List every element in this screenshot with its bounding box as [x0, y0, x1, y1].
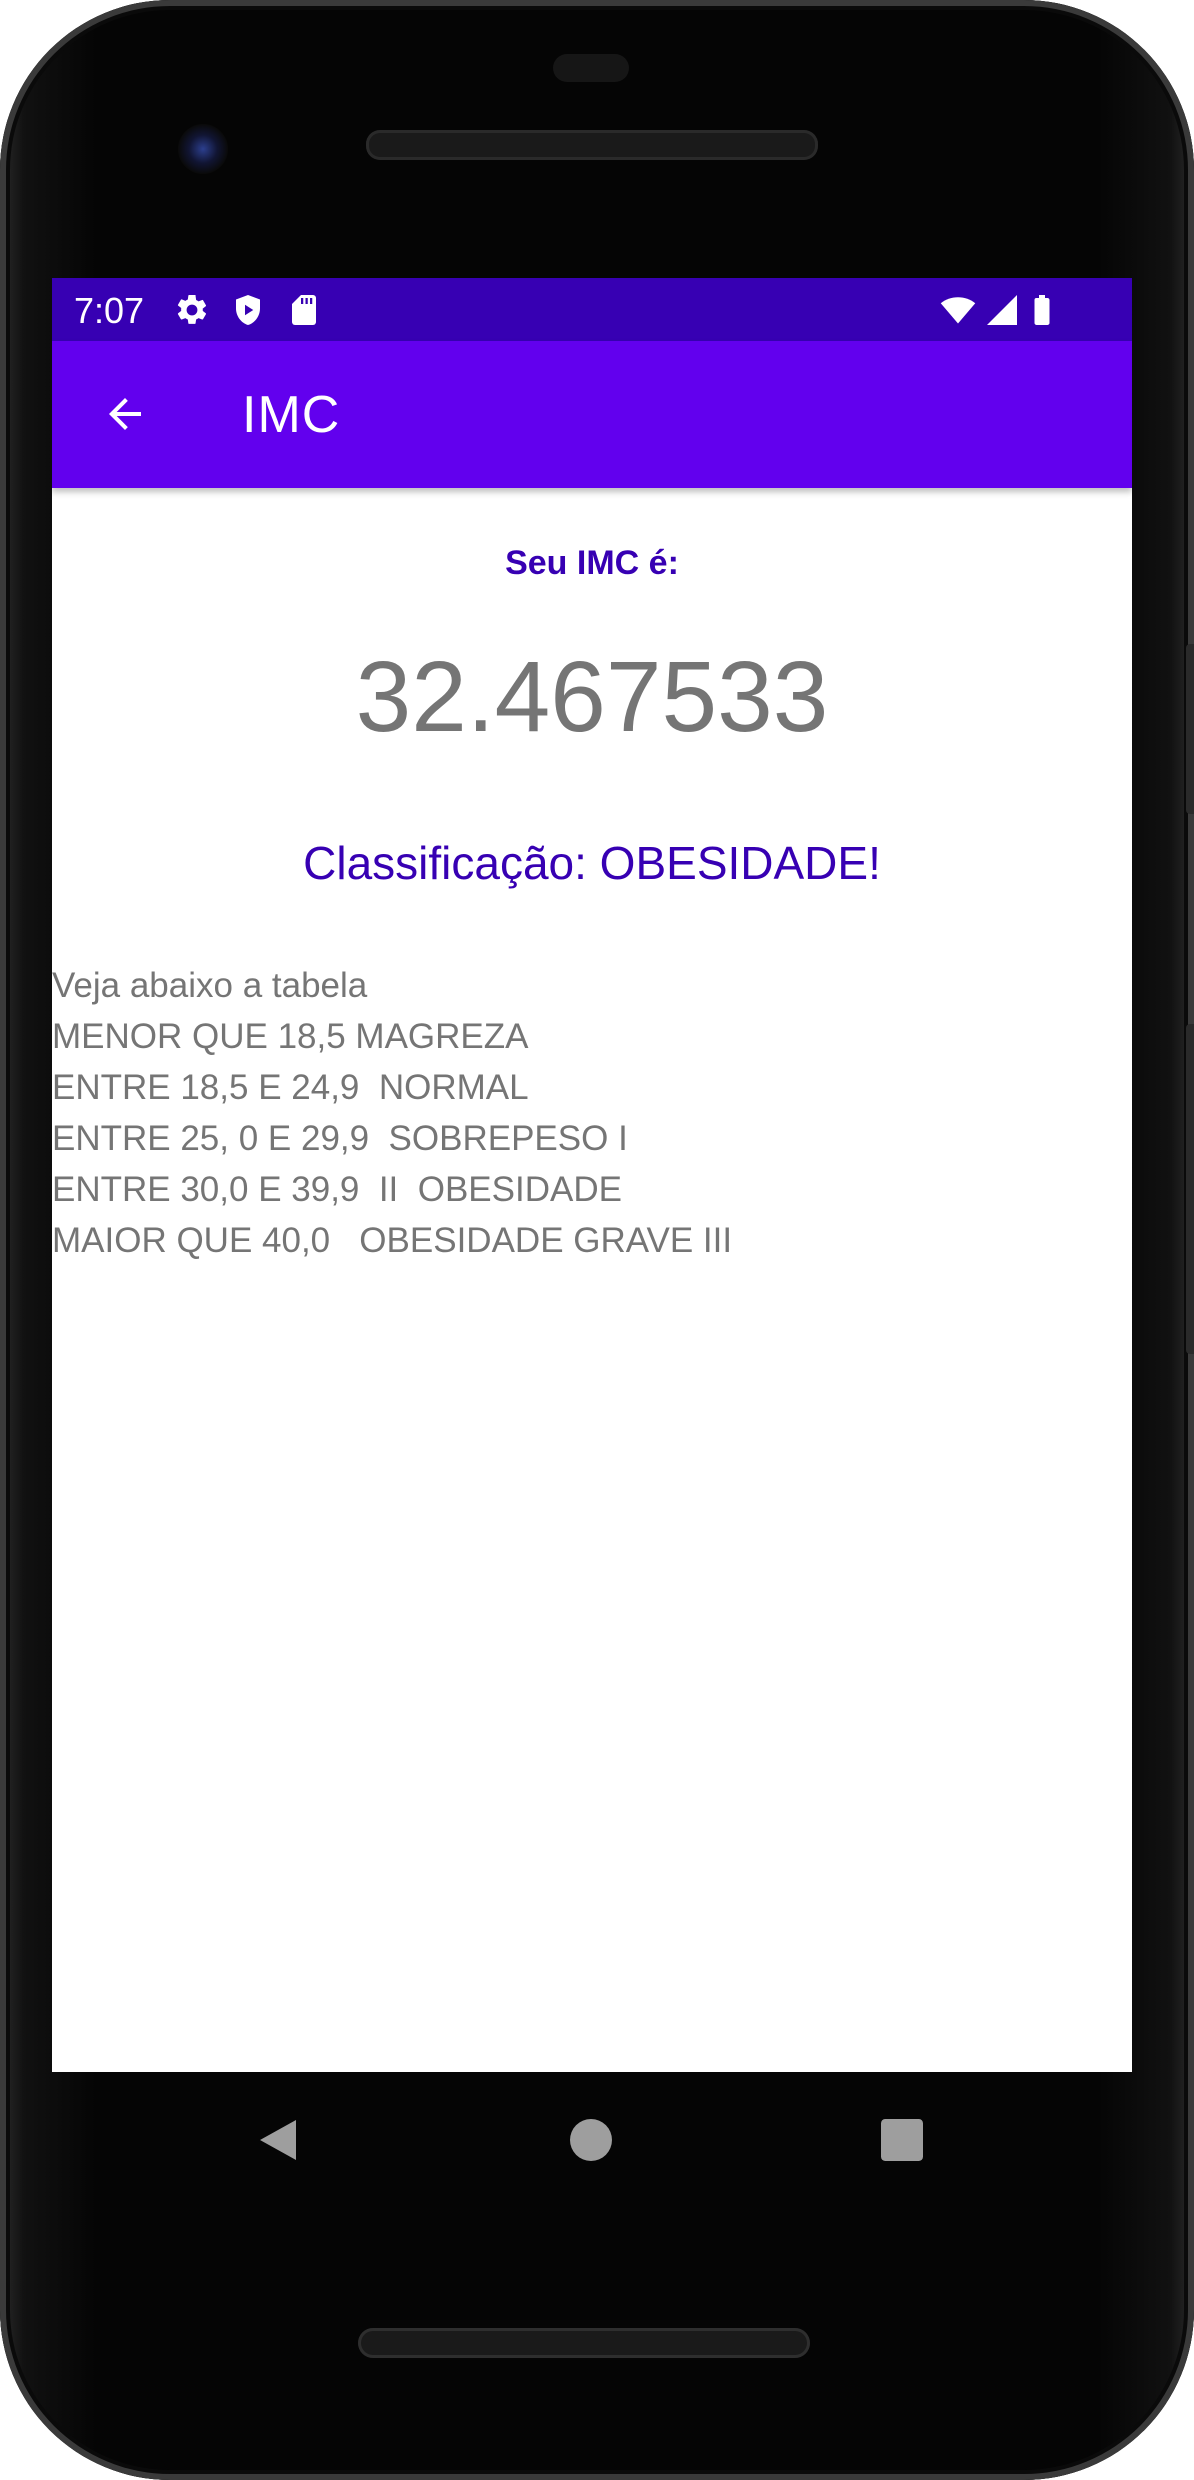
gear-icon — [177, 294, 207, 324]
top-speaker — [366, 130, 818, 160]
table-row: MAIOR QUE 40,0 OBESIDADE GRAVE III — [52, 1221, 733, 1260]
sd-card-icon — [292, 295, 316, 325]
page-title: IMC — [242, 386, 341, 444]
imc-value: 32.467533 — [355, 641, 829, 753]
table-intro: Veja abaixo a tabela — [52, 966, 368, 1005]
status-time: 7:07 — [74, 290, 145, 331]
home-circle-icon — [570, 2119, 612, 2161]
back-triangle-icon — [260, 2120, 296, 2160]
proximity-sensor — [553, 54, 629, 82]
table-row: ENTRE 18,5 E 24,9 NORMAL — [52, 1068, 529, 1107]
nav-home-button[interactable] — [563, 2112, 619, 2168]
imc-label: Seu IMC é: — [505, 544, 679, 582]
arrow-back-icon — [109, 398, 141, 430]
table-row: ENTRE 30,0 E 39,9 II OBESIDADE — [52, 1170, 622, 1209]
app-bar: IMC — [52, 341, 1132, 488]
front-camera-icon — [178, 124, 228, 174]
nav-back-button[interactable] — [250, 2112, 306, 2168]
status-bar: 7:07 — [52, 278, 1132, 341]
imc-classification: Classificação: OBESIDADE! — [303, 837, 881, 889]
imc-table: Veja abaixo a tabela MENOR QUE 18,5 MAGR… — [52, 960, 1132, 1266]
battery-icon — [1034, 295, 1050, 325]
recents-square-icon — [881, 2119, 923, 2161]
table-row: ENTRE 25, 0 E 29,9 SOBREPESO I — [52, 1119, 628, 1158]
wifi-icon — [940, 297, 976, 324]
back-button[interactable] — [92, 381, 158, 447]
signal-icon — [987, 295, 1017, 325]
bottom-speaker — [358, 2328, 810, 2358]
phone-frame: 7:07 IMC Seu IMC é: 32.467533 Classifica… — [0, 0, 1194, 2480]
nav-recents-button[interactable] — [874, 2112, 930, 2168]
screen: 7:07 IMC Seu IMC é: 32.467533 Classifica… — [52, 278, 1132, 2072]
table-row: MENOR QUE 18,5 MAGREZA — [52, 1017, 529, 1056]
shield-play-icon — [236, 295, 260, 325]
volume-button — [1186, 1024, 1194, 1354]
power-button — [1186, 644, 1194, 814]
